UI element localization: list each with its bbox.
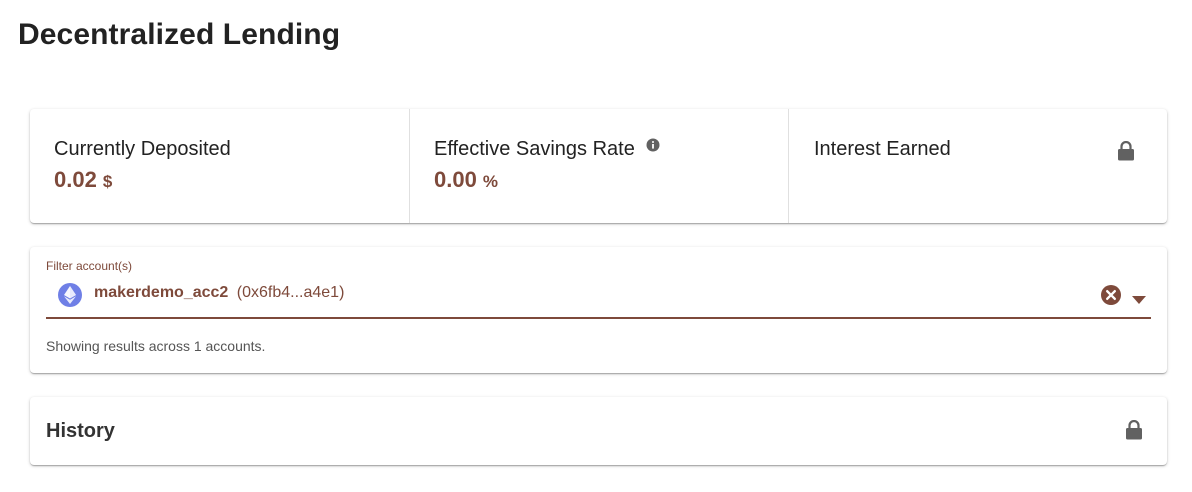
- savings-rate-label: Effective Savings Rate: [434, 138, 635, 160]
- deposited-label: Currently Deposited: [54, 138, 231, 160]
- account-filter-card: Filter account(s) makerdemo_acc2 (0x6fb4…: [30, 247, 1167, 373]
- ethereum-icon: [58, 283, 82, 307]
- page-title: Decentralized Lending: [18, 18, 341, 51]
- savings-rate-amount: 0.00: [434, 167, 477, 192]
- deposited-unit: $: [102, 172, 113, 191]
- account-address: (0x6fb4...a4e1): [236, 284, 345, 301]
- savings-rate-value: 0.00 %: [434, 167, 498, 193]
- history-title: History: [46, 420, 115, 442]
- lock-icon: [1125, 419, 1143, 440]
- savings-rate-unit: %: [482, 172, 498, 191]
- history-card: History: [30, 397, 1167, 465]
- clear-icon[interactable]: [1100, 284, 1122, 306]
- filter-label: Filter account(s): [46, 259, 133, 273]
- account-filter-select[interactable]: makerdemo_acc2 (0x6fb4...a4e1): [46, 274, 1151, 319]
- chevron-down-icon[interactable]: [1132, 291, 1146, 304]
- deposited-amount: 0.02: [54, 167, 97, 192]
- interest-label: Interest Earned: [814, 138, 951, 160]
- info-icon[interactable]: [646, 138, 660, 152]
- selected-account[interactable]: makerdemo_acc2 (0x6fb4...a4e1): [94, 284, 344, 302]
- stats-card: Currently Deposited 0.02 $ Effective Sav…: [30, 109, 1167, 223]
- lock-icon: [1117, 140, 1135, 161]
- filter-helper-text: Showing results across 1 accounts.: [46, 338, 266, 354]
- interest-stat: Interest Earned: [788, 109, 1167, 223]
- deposited-value: 0.02 $: [54, 167, 112, 193]
- savings-rate-stat: Effective Savings Rate 0.00 %: [409, 109, 788, 223]
- account-name: makerdemo_acc2: [94, 284, 229, 301]
- deposited-stat: Currently Deposited 0.02 $: [30, 109, 409, 223]
